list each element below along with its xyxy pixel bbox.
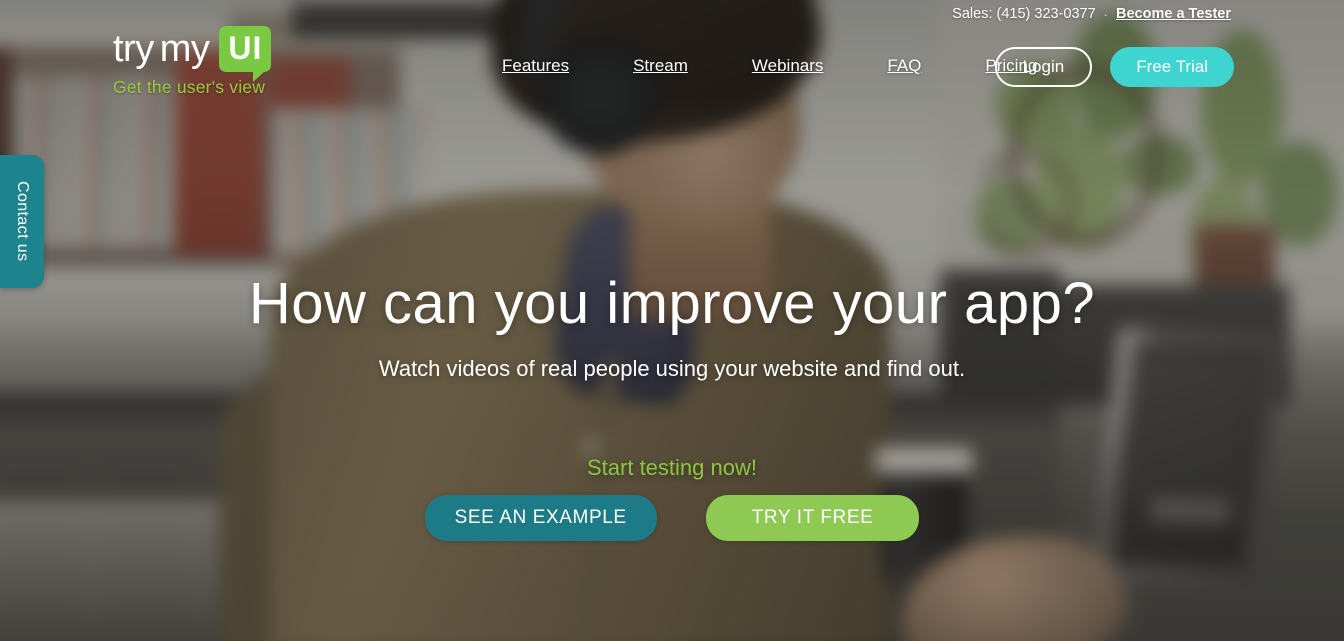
become-a-tester-link[interactable]: Become a Tester [1116, 6, 1231, 22]
logo-word-try: try [113, 28, 154, 70]
login-button[interactable]: Login [994, 47, 1093, 87]
hero-page: Sales: (415) 323-0377 · Become a Tester … [0, 0, 1344, 641]
free-trial-button[interactable]: Free Trial [1110, 47, 1234, 87]
nav-item-webinars[interactable]: Webinars [720, 48, 856, 84]
top-utility-bar: Sales: (415) 323-0377 · Become a Tester [952, 0, 1344, 28]
logo-wordmark: try my UI [113, 26, 313, 82]
logo-speech-bubble-icon: UI [219, 26, 272, 82]
logo-tagline: Get the user's view [113, 77, 266, 97]
nav-item-features[interactable]: Features [470, 48, 601, 84]
contact-us-tab-label: Contact us [14, 181, 31, 262]
main-navigation: Features Stream Webinars FAQ Pricing [470, 48, 1069, 84]
topbar-separator: · [1103, 6, 1109, 22]
hero-content: How can you improve your app? Watch vide… [0, 268, 1344, 541]
start-testing-text: Start testing now! [587, 455, 757, 480]
see-an-example-button[interactable]: SEE AN EXAMPLE [424, 495, 657, 541]
logo-badge-text: UI [228, 30, 263, 66]
logo-word-my: my [159, 28, 210, 70]
sales-phone-text: Sales: (415) 323-0377 [952, 6, 1096, 22]
nav-action-buttons: Login Free Trial [994, 47, 1234, 87]
hero-subheadline: Watch videos of real people using your w… [378, 356, 966, 381]
page-title: How can you improve your app? [248, 271, 1096, 336]
nav-item-faq[interactable]: FAQ [855, 48, 953, 84]
site-logo[interactable]: try my UI Get the user's view [113, 26, 313, 98]
nav-item-stream[interactable]: Stream [601, 48, 720, 84]
hero-cta-row: SEE AN EXAMPLE TRY IT FREE [0, 495, 1344, 541]
try-it-free-button[interactable]: TRY IT FREE [705, 495, 920, 541]
